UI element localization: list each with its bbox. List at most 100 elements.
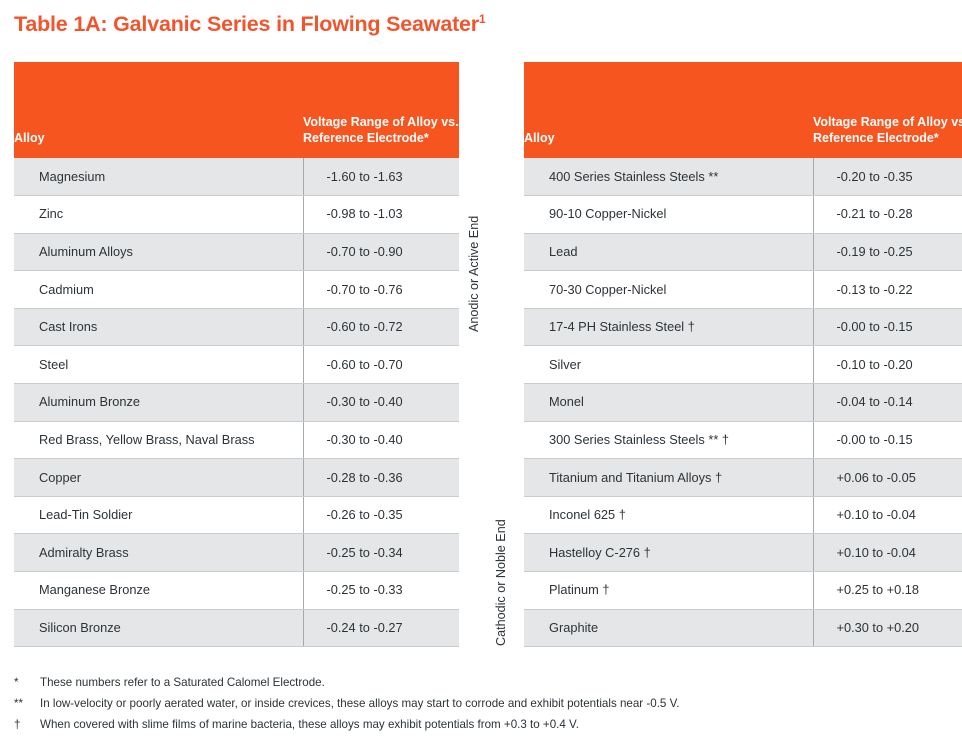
table-row: Zinc -0.98 to -1.03 bbox=[14, 195, 459, 234]
cell-voltage: +0.30 to +0.20 bbox=[812, 609, 962, 648]
cell-voltage: +0.10 to -0.04 bbox=[812, 533, 962, 573]
page-title-text: Table 1A: Galvanic Series in Flowing Sea… bbox=[14, 12, 479, 37]
cell-voltage: -0.70 to -0.90 bbox=[302, 233, 459, 272]
table-row: 90-10 Copper-Nickel -0.21 to -0.28 bbox=[524, 195, 962, 234]
table-row: Red Brass, Yellow Brass, Naval Brass -0.3… bbox=[14, 421, 459, 460]
table-row: Aluminum Alloys -0.70 to -0.90 bbox=[14, 233, 459, 272]
cell-voltage: -0.98 to -1.03 bbox=[302, 195, 459, 234]
axis-label-anodic: Anodic or Active End bbox=[467, 215, 481, 332]
cell-voltage: +0.06 to -0.05 bbox=[812, 458, 962, 497]
table-row: 400 Series Stainless Steels ** -0.20 to -… bbox=[524, 158, 962, 197]
table-left-head: Alloy Voltage Range of Alloy vs. Referen… bbox=[14, 62, 459, 158]
cell-alloy: Silicon Bronze bbox=[14, 609, 303, 648]
column-header-voltage: Voltage Range of Alloy vs. Reference Ele… bbox=[813, 62, 962, 158]
cell-voltage: -0.25 to -0.33 bbox=[302, 571, 459, 610]
cell-alloy: 400 Series Stainless Steels ** bbox=[524, 158, 813, 197]
table-row: Hastelloy C-276 † +0.10 to -0.04 bbox=[524, 533, 962, 573]
table-row: Steel -0.60 to -0.70 bbox=[14, 345, 459, 385]
table-row: Graphite +0.30 to +0.20 bbox=[524, 609, 962, 648]
cell-alloy: 300 Series Stainless Steels ** † bbox=[524, 421, 813, 460]
cell-alloy: Silver bbox=[524, 345, 813, 385]
table-row: Inconel 625 † +0.10 to -0.04 bbox=[524, 496, 962, 535]
table-row: Monel -0.04 to -0.14 bbox=[524, 383, 962, 422]
cell-alloy: Titanium and Titanium Alloys † bbox=[524, 458, 813, 497]
table-row: Manganese Bronze -0.25 to -0.33 bbox=[14, 571, 459, 610]
table-row: Aluminum Bronze -0.30 to -0.40 bbox=[14, 383, 459, 422]
cell-voltage: -0.19 to -0.25 bbox=[812, 233, 962, 272]
cell-alloy: Admiralty Brass bbox=[14, 533, 303, 573]
table-right-head: Alloy Voltage Range of Alloy vs. Referen… bbox=[524, 62, 962, 158]
column-header-voltage: Voltage Range of Alloy vs. Reference Ele… bbox=[303, 62, 459, 158]
cell-voltage: -0.00 to -0.15 bbox=[812, 421, 962, 460]
table-row: Cadmium -0.70 to -0.76 bbox=[14, 270, 459, 309]
cell-alloy: Cast Irons bbox=[14, 308, 303, 347]
cell-alloy: Aluminum Alloys bbox=[14, 233, 303, 272]
cell-alloy: Zinc bbox=[14, 195, 303, 234]
cell-voltage: -0.30 to -0.40 bbox=[302, 421, 459, 460]
cell-alloy: Red Brass, Yellow Brass, Naval Brass bbox=[14, 421, 303, 460]
cell-voltage: -0.10 to -0.20 bbox=[812, 345, 962, 385]
cell-voltage: +0.10 to -0.04 bbox=[812, 496, 962, 535]
cell-voltage: -0.60 to -0.70 bbox=[302, 345, 459, 385]
cell-voltage: -0.28 to -0.36 bbox=[302, 458, 459, 497]
footnotes: * These numbers refer to a Saturated Calo… bbox=[14, 672, 944, 735]
cell-voltage: -0.25 to -0.34 bbox=[302, 533, 459, 573]
table-left: Alloy Voltage Range of Alloy vs. Referen… bbox=[14, 62, 459, 648]
table-row: Titanium and Titanium Alloys † +0.06 to -… bbox=[524, 458, 962, 497]
cell-alloy: Inconel 625 † bbox=[524, 496, 813, 535]
table-left-body: Magnesium -1.60 to -1.63 Zinc -0.98 to -1.0… bbox=[14, 158, 459, 648]
table-header-row: Alloy Voltage Range of Alloy vs. Referen… bbox=[524, 62, 962, 158]
footnote-text: In low-velocity or poorly aerated water,… bbox=[40, 697, 680, 710]
footnote-row: * These numbers refer to a Saturated Calo… bbox=[14, 672, 944, 693]
cell-alloy: 17-4 PH Stainless Steel † bbox=[524, 308, 813, 347]
page-title: Table 1A: Galvanic Series in Flowing Sea… bbox=[14, 12, 486, 37]
cell-alloy: Hastelloy C-276 † bbox=[524, 533, 813, 573]
column-header-alloy: Alloy bbox=[14, 62, 303, 158]
table-row: Cast Irons -0.60 to -0.72 bbox=[14, 308, 459, 347]
cell-alloy: Manganese Bronze bbox=[14, 571, 303, 610]
table-row: Lead -0.19 to -0.25 bbox=[524, 233, 962, 272]
cell-alloy: Monel bbox=[524, 383, 813, 422]
table-row: Lead-Tin Soldier -0.26 to -0.35 bbox=[14, 496, 459, 535]
cell-voltage: -0.60 to -0.72 bbox=[302, 308, 459, 347]
table-right: Alloy Voltage Range of Alloy vs. Referen… bbox=[524, 62, 962, 648]
cell-alloy: Magnesium bbox=[14, 158, 303, 197]
cell-alloy: Aluminum Bronze bbox=[14, 383, 303, 422]
cell-alloy: Lead-Tin Soldier bbox=[14, 496, 303, 535]
cell-alloy: 90-10 Copper-Nickel bbox=[524, 195, 813, 234]
cell-voltage: -0.24 to -0.27 bbox=[302, 609, 459, 648]
cell-alloy: Graphite bbox=[524, 609, 813, 648]
cell-voltage: -0.13 to -0.22 bbox=[812, 270, 962, 309]
cell-alloy: Lead bbox=[524, 233, 813, 272]
cell-voltage: -0.04 to -0.14 bbox=[812, 383, 962, 422]
axis-label-cathodic: Cathodic or Noble End bbox=[494, 519, 508, 646]
cell-voltage: -0.21 to -0.28 bbox=[812, 195, 962, 234]
table-row: 300 Series Stainless Steels ** † -0.00 to… bbox=[524, 421, 962, 460]
cell-voltage: -0.20 to -0.35 bbox=[812, 158, 962, 197]
table-row: Platinum † +0.25 to +0.18 bbox=[524, 571, 962, 610]
galvanic-table-left: Alloy Voltage Range of Alloy vs. Referen… bbox=[14, 62, 459, 648]
cell-alloy: Copper bbox=[14, 458, 303, 497]
cell-alloy: Steel bbox=[14, 345, 303, 385]
table-row: Silver -0.10 to -0.20 bbox=[524, 345, 962, 385]
table-row: 17-4 PH Stainless Steel † -0.00 to -0.15 bbox=[524, 308, 962, 347]
cell-voltage: -0.00 to -0.15 bbox=[812, 308, 962, 347]
footnote-text: These numbers refer to a Saturated Calom… bbox=[40, 676, 325, 689]
table-row: Silicon Bronze -0.24 to -0.27 bbox=[14, 609, 459, 648]
footnote-marker: ** bbox=[14, 697, 24, 710]
page-title-superscript: 1 bbox=[478, 12, 486, 26]
table-row: 70-30 Copper-Nickel -0.13 to -0.22 bbox=[524, 270, 962, 309]
cell-voltage: -0.70 to -0.76 bbox=[302, 270, 459, 309]
footnote-text: When covered with slime films of marine … bbox=[40, 718, 579, 731]
footnote-marker: † bbox=[14, 718, 21, 731]
table-header-row: Alloy Voltage Range of Alloy vs. Referen… bbox=[14, 62, 459, 158]
table-row: Copper -0.28 to -0.36 bbox=[14, 458, 459, 497]
table-right-body: 400 Series Stainless Steels ** -0.20 to -… bbox=[524, 158, 962, 648]
cell-voltage: -0.26 to -0.35 bbox=[302, 496, 459, 535]
column-header-alloy: Alloy bbox=[524, 62, 813, 158]
cell-voltage: +0.25 to +0.18 bbox=[812, 571, 962, 610]
footnote-marker: * bbox=[14, 676, 19, 689]
cell-voltage: -0.30 to -0.40 bbox=[302, 383, 459, 422]
cell-alloy: Cadmium bbox=[14, 270, 303, 309]
cell-voltage: -1.60 to -1.63 bbox=[302, 158, 459, 197]
